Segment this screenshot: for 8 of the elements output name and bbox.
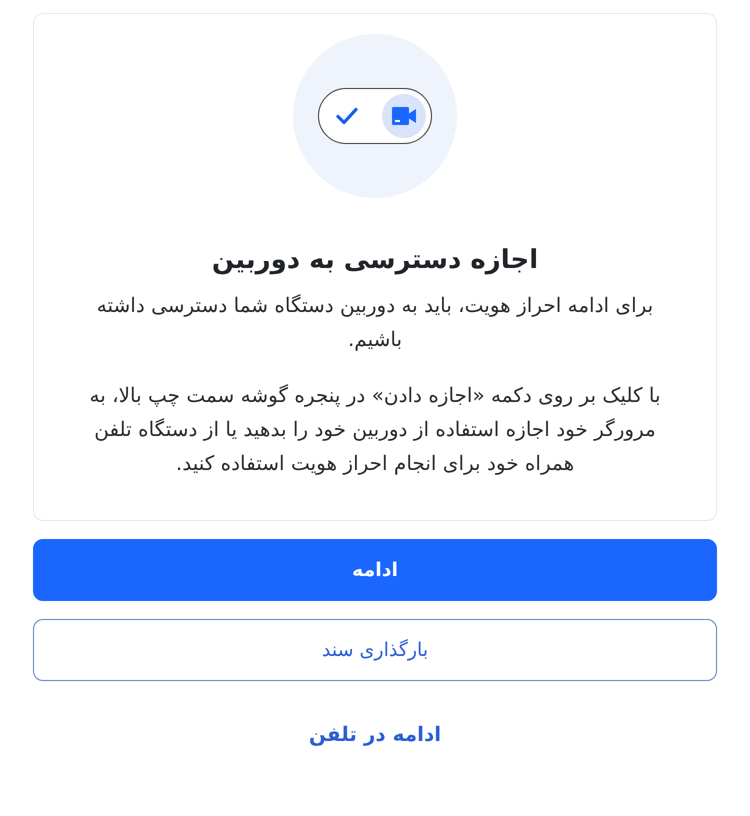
checkmark-icon: [336, 107, 358, 125]
video-camera-icon: [382, 94, 426, 138]
upload-document-button[interactable]: بارگذاری سند: [33, 619, 717, 681]
dialog-title: اجازه دسترسی به دوربین: [210, 244, 540, 277]
continue-on-phone-link[interactable]: ادامه در تلفن: [308, 722, 442, 746]
continue-button[interactable]: ادامه: [33, 539, 717, 601]
instruction-text: با کلیک بر روی دکمه «اجازه دادن» در پنجره گوشه سمت چپ بالا، به مرورگر خود اجازه استفاده از دوربین خود را بدهید یا از دستگاه تلفن همراه خود برای انجام احراز هویت استفاده کنید.: [88, 382, 662, 477]
instruction-text: برای ادامه احراز هویت، باید به دوربین دستگاه شما دسترسی داشته باشیم.: [96, 292, 654, 353]
